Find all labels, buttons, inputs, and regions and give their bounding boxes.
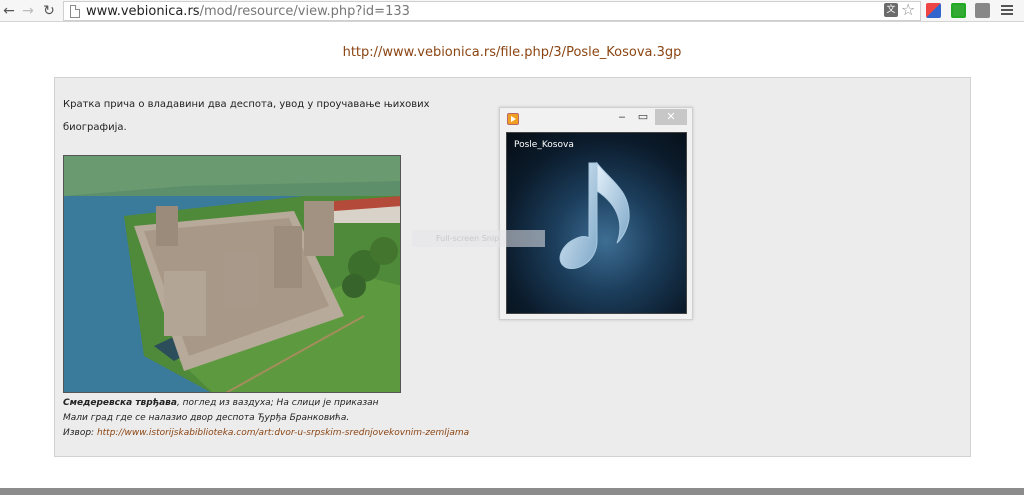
fortress-image [64, 156, 400, 392]
caption-line-2: Мали град где се налазио двор деспота Ђу… [63, 413, 350, 423]
media-player-window[interactable]: ‒ ▭ ✕ Posle_Kosova [499, 107, 693, 320]
caption-line-1: Смедеревска тврђава, поглед из ваздуха; … [63, 396, 469, 411]
extension-icon-3[interactable] [975, 3, 990, 18]
player-media-title: Posle_Kosova [514, 140, 574, 150]
fortress-photo [63, 155, 401, 393]
extension-icon-2[interactable] [951, 3, 966, 18]
image-caption: Смедеревска тврђава, поглед из ваздуха; … [63, 396, 469, 441]
description-text: Кратка прича о владавини два деспота, ув… [63, 99, 430, 133]
maximize-button[interactable]: ▭ [636, 109, 650, 125]
snip-overlay-label: Full-screen Snip [412, 230, 545, 247]
translate-icon[interactable]: 文 [884, 3, 898, 17]
media-player-icon [507, 113, 519, 125]
page-icon [70, 5, 80, 18]
browser-toolbar: ← → ↻ www.vebionica.rs/mod/resource/view… [0, 0, 1024, 22]
music-note-icon [559, 161, 630, 269]
extension-icon-1[interactable] [926, 3, 941, 18]
menu-icon[interactable] [1001, 5, 1013, 17]
caption-line-1-rest: , поглед из ваздуха; На слици је приказа… [176, 398, 379, 408]
minimize-button[interactable]: ‒ [615, 109, 629, 125]
url-host: www.vebionica.rs [86, 4, 200, 19]
bookmark-star-icon[interactable]: ☆ [901, 1, 915, 19]
back-arrow-icon[interactable]: ← [0, 2, 18, 20]
address-bar[interactable]: www.vebionica.rs/mod/resource/view.php?i… [63, 1, 921, 21]
caption-source-link[interactable]: http://www.istorijskabiblioteka.com/art:… [97, 428, 469, 438]
caption-title: Смедеревска тврђава [63, 398, 177, 408]
url-text[interactable]: www.vebionica.rs/mod/resource/view.php?i… [86, 3, 410, 20]
caption-source-label: Извор: [63, 428, 97, 438]
bottom-scroll-bar [0, 488, 1024, 495]
reload-icon[interactable]: ↻ [40, 2, 58, 20]
player-video-area[interactable]: Posle_Kosova [506, 132, 687, 314]
close-button[interactable]: ✕ [655, 109, 687, 125]
file-link[interactable]: http://www.vebionica.rs/file.php/3/Posle… [0, 45, 1024, 60]
caption-source: Извор: http://www.istorijskabiblioteka.c… [63, 426, 469, 441]
player-titlebar[interactable]: ‒ ▭ ✕ [500, 108, 692, 129]
forward-arrow-icon[interactable]: → [19, 2, 37, 20]
url-path: /mod/resource/view.php?id=133 [199, 4, 410, 19]
